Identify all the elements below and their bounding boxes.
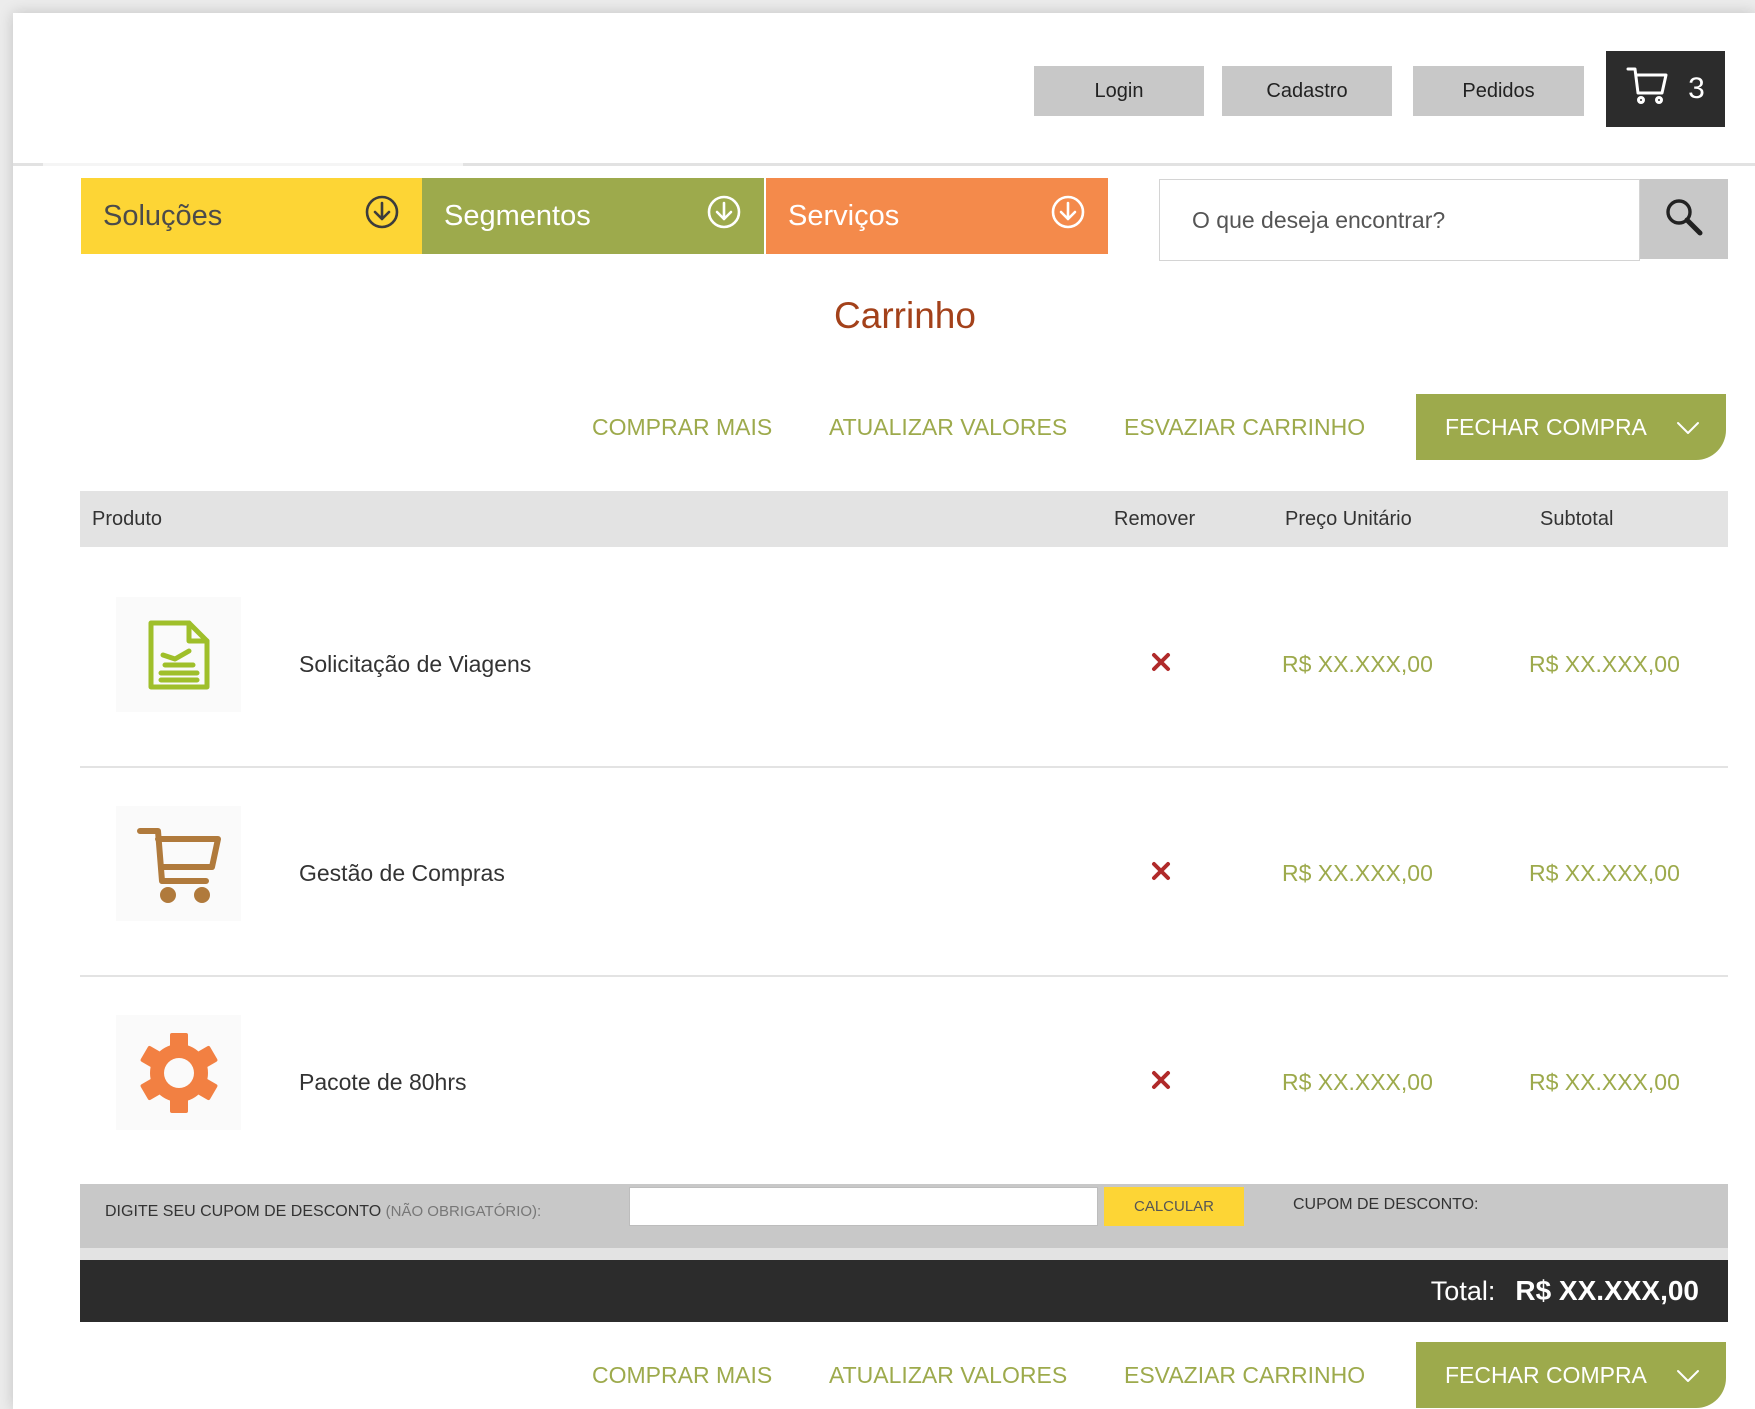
header-subtotal: Subtotal	[1540, 507, 1614, 530]
search-input[interactable]	[1159, 179, 1640, 261]
calcular-button[interactable]: CALCULAR	[1104, 1187, 1244, 1226]
atualizar-valores-link[interactable]: ATUALIZAR VALORES	[829, 394, 1067, 460]
coupon-label: DIGITE SEU CUPOM DE DESCONTO (NÃO OBRIGA…	[105, 1196, 625, 1227]
circle-arrow-down-icon	[1050, 194, 1086, 238]
tab-label: Soluções	[103, 199, 223, 232]
cadastro-button[interactable]: Cadastro	[1222, 66, 1392, 116]
remove-item-button[interactable]	[1146, 858, 1176, 888]
coupon-value-label: CUPOM DE DESCONTO:	[1293, 1196, 1479, 1213]
travel-document-icon	[116, 597, 241, 712]
header-preco-unitario: Preço Unitário	[1285, 507, 1412, 530]
atualizar-valores-link[interactable]: ATUALIZAR VALORES	[829, 1342, 1067, 1408]
cart-count: 3	[1688, 72, 1705, 105]
page-title: Carrinho	[834, 295, 976, 336]
coupon-optional-note: (NÃO OBRIGATÓRIO):	[385, 1203, 542, 1220]
product-name: Pacote de 80hrs	[299, 1069, 467, 1095]
comprar-mais-link[interactable]: COMPRAR MAIS	[592, 1342, 772, 1408]
fechar-compra-button[interactable]: FECHAR COMPRA	[1416, 394, 1726, 460]
header-divider	[13, 163, 1755, 166]
cart-actions-top: COMPRAR MAIS ATUALIZAR VALORES ESVAZIAR …	[13, 394, 1755, 460]
login-button[interactable]: Login	[1034, 66, 1204, 116]
table-row: Pacote de 80hrs R$ XX.XXX,00 R$ XX.XXX,0…	[80, 979, 1728, 1186]
circle-arrow-down-icon	[706, 194, 742, 238]
search-icon	[1662, 195, 1706, 244]
cart-icon	[1626, 65, 1670, 113]
header-remover: Remover	[1114, 507, 1196, 530]
esvaziar-carrinho-link[interactable]: ESVAZIAR CARRINHO	[1124, 394, 1365, 460]
header-produto: Produto	[92, 507, 163, 530]
top-bar: Login Cadastro Pedidos 3	[13, 13, 1755, 163]
fechar-compra-button[interactable]: FECHAR COMPRA	[1416, 1342, 1726, 1408]
page: Login Cadastro Pedidos 3 Soluções Segmen…	[13, 13, 1755, 1409]
gear-icon	[116, 1015, 241, 1130]
subtotal: R$ XX.XXX,00	[1529, 651, 1680, 677]
tab-solucoes[interactable]: Soluções	[81, 178, 422, 254]
fechar-compra-label: FECHAR COMPRA	[1445, 1361, 1647, 1388]
pedidos-button[interactable]: Pedidos	[1413, 66, 1584, 116]
coupon-bar: DIGITE SEU CUPOM DE DESCONTO (NÃO OBRIGA…	[80, 1184, 1728, 1248]
chevron-down-icon	[1676, 414, 1700, 441]
unit-price: R$ XX.XXX,00	[1282, 651, 1433, 677]
tab-segmentos[interactable]: Segmentos	[422, 178, 764, 254]
cart-button[interactable]: 3	[1606, 51, 1725, 127]
total-bar: Total: R$ XX.XXX,00	[80, 1260, 1728, 1322]
esvaziar-carrinho-link[interactable]: ESVAZIAR CARRINHO	[1124, 1342, 1365, 1408]
shopping-cart-icon	[116, 806, 241, 921]
cart-table-header: Produto Remover Preço Unitário Subtotal	[80, 491, 1728, 547]
product-name: Gestão de Compras	[299, 860, 505, 886]
product-name: Solicitação de Viagens	[299, 651, 532, 677]
unit-price: R$ XX.XXX,00	[1282, 1069, 1433, 1095]
subtotal: R$ XX.XXX,00	[1529, 1069, 1680, 1095]
total-label: Total:	[1430, 1275, 1496, 1306]
close-icon	[1151, 1070, 1171, 1095]
fechar-compra-label: FECHAR COMPRA	[1445, 413, 1647, 440]
total-value: R$ XX.XXX,00	[1515, 1275, 1699, 1306]
tab-servicos[interactable]: Serviços	[766, 178, 1108, 254]
unit-price: R$ XX.XXX,00	[1282, 860, 1433, 886]
chevron-down-icon	[1676, 1362, 1700, 1389]
circle-arrow-down-icon	[364, 194, 400, 238]
search-button[interactable]	[1640, 179, 1728, 259]
close-icon	[1151, 861, 1171, 886]
subtotal: R$ XX.XXX,00	[1529, 860, 1680, 886]
comprar-mais-link[interactable]: COMPRAR MAIS	[592, 394, 772, 460]
coupon-gap	[80, 1248, 1728, 1260]
tab-label: Segmentos	[444, 199, 591, 232]
cart-actions-bottom: COMPRAR MAIS ATUALIZAR VALORES ESVAZIAR …	[13, 1342, 1755, 1408]
table-row: Gestão de Compras R$ XX.XXX,00 R$ XX.XXX…	[80, 770, 1728, 977]
remove-item-button[interactable]	[1146, 649, 1176, 679]
close-icon	[1151, 652, 1171, 677]
remove-item-button[interactable]	[1146, 1067, 1176, 1097]
coupon-input[interactable]	[629, 1187, 1098, 1226]
tab-label: Serviços	[788, 199, 900, 232]
table-row: Solicitação de Viagens R$ XX.XXX,00 R$ X…	[80, 561, 1728, 768]
coupon-label-text: DIGITE SEU CUPOM DE DESCONTO	[105, 1203, 382, 1220]
